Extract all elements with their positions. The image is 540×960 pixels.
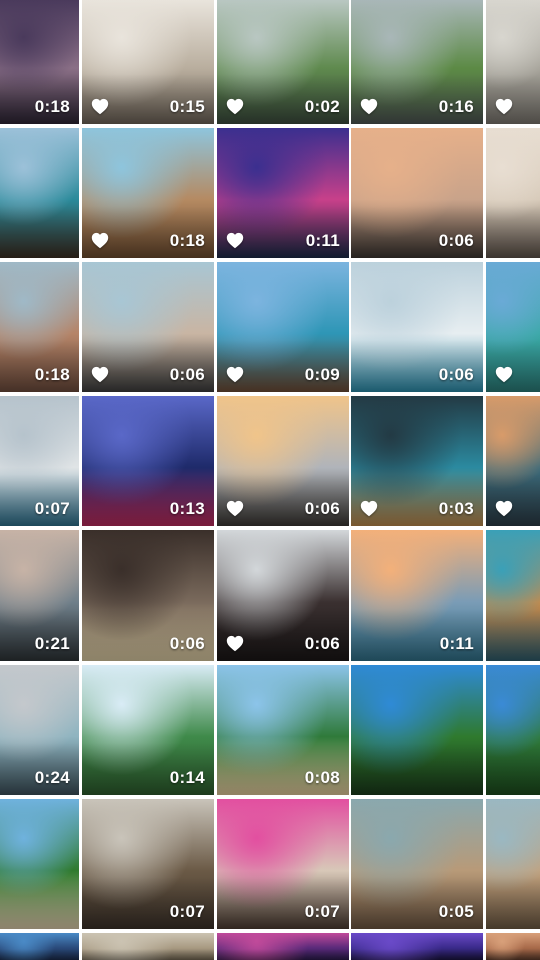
video-thumbnail[interactable]	[486, 665, 540, 795]
thumbnail-shade	[486, 206, 540, 258]
video-duration: 0:24	[34, 768, 70, 787]
video-duration: 0:06	[304, 634, 340, 653]
video-duration: 0:13	[169, 499, 205, 518]
thumbnail-shade	[0, 877, 79, 929]
video-thumbnail[interactable]	[351, 933, 483, 960]
video-thumbnail[interactable]: 0:21	[0, 530, 79, 661]
heart-icon	[226, 366, 244, 383]
video-thumbnail[interactable]: 0:15	[82, 0, 214, 124]
video-duration: 0:06	[169, 365, 205, 384]
thumbnail-shade	[82, 949, 214, 960]
video-thumbnail[interactable]	[486, 0, 540, 124]
video-thumbnail[interactable]: 0:06	[217, 396, 349, 526]
thumbnail-shade	[486, 608, 540, 661]
video-duration: 0:08	[304, 768, 340, 787]
video-duration: 0:02	[304, 97, 340, 116]
video-thumbnail[interactable]	[486, 128, 540, 258]
video-thumbnail[interactable]: 0:18	[82, 128, 214, 258]
video-thumbnail[interactable]	[486, 933, 540, 960]
heart-icon	[226, 98, 244, 115]
thumbnail-shade	[486, 877, 540, 929]
video-thumbnail[interactable]	[0, 799, 79, 929]
video-duration: 0:15	[169, 97, 205, 116]
video-thumbnail[interactable]: 0:07	[82, 799, 214, 929]
video-duration: 0:06	[169, 634, 205, 653]
video-thumbnail[interactable]: 0:13	[82, 396, 214, 526]
video-thumbnail[interactable]: 0:07	[217, 799, 349, 929]
video-duration: 0:14	[169, 768, 205, 787]
video-thumbnail[interactable]: 0:06	[351, 128, 483, 258]
video-thumbnail[interactable]: 0:16	[351, 0, 483, 124]
heart-icon	[495, 366, 513, 383]
heart-icon	[360, 98, 378, 115]
heart-icon	[91, 98, 109, 115]
video-duration: 0:18	[34, 365, 70, 384]
thumbnail-shade	[351, 949, 483, 960]
video-thumbnail[interactable]	[486, 530, 540, 661]
video-duration: 0:18	[169, 231, 205, 250]
video-thumbnail[interactable]	[486, 396, 540, 526]
video-duration: 0:06	[304, 499, 340, 518]
thumbnail-shade	[351, 743, 483, 795]
video-duration: 0:16	[438, 97, 474, 116]
video-thumbnail[interactable]	[0, 933, 79, 960]
video-thumbnail[interactable]	[217, 933, 349, 960]
video-thumbnail[interactable]	[82, 933, 214, 960]
video-thumbnail[interactable]: 0:05	[351, 799, 483, 929]
video-duration: 0:06	[438, 365, 474, 384]
video-thumbnail[interactable]: 0:24	[0, 665, 79, 795]
video-duration: 0:11	[305, 231, 340, 250]
video-thumbnail[interactable]: 0:09	[217, 262, 349, 392]
video-duration: 0:07	[34, 499, 70, 518]
heart-icon	[91, 366, 109, 383]
video-thumbnail[interactable]	[0, 128, 79, 258]
heart-icon	[226, 500, 244, 517]
video-thumbnail[interactable]: 0:07	[0, 396, 79, 526]
video-duration: 0:06	[438, 231, 474, 250]
video-duration: 0:21	[34, 634, 70, 653]
heart-icon	[226, 635, 244, 652]
video-duration: 0:05	[438, 902, 474, 921]
video-thumbnail[interactable]: 0:06	[351, 262, 483, 392]
thumbnail-shade	[486, 743, 540, 795]
thumbnail-shade	[486, 949, 540, 960]
video-duration: 0:07	[304, 902, 340, 921]
video-thumbnail[interactable]	[486, 262, 540, 392]
video-thumbnail[interactable]: 0:11	[217, 128, 349, 258]
heart-icon	[91, 232, 109, 249]
video-duration: 0:11	[439, 634, 474, 653]
video-thumbnail[interactable]	[486, 799, 540, 929]
video-thumbnail[interactable]: 0:18	[0, 0, 79, 124]
video-thumbnail[interactable]: 0:06	[217, 530, 349, 661]
video-duration: 0:07	[169, 902, 205, 921]
heart-icon	[495, 98, 513, 115]
heart-icon	[360, 500, 378, 517]
video-thumbnail[interactable]: 0:08	[217, 665, 349, 795]
video-thumbnail[interactable]: 0:14	[82, 665, 214, 795]
video-thumbnail[interactable]: 0:11	[351, 530, 483, 661]
video-thumbnail[interactable]: 0:02	[217, 0, 349, 124]
video-thumbnail[interactable]	[351, 665, 483, 795]
heart-icon	[226, 232, 244, 249]
video-thumbnail[interactable]: 0:06	[82, 530, 214, 661]
video-thumbnail[interactable]: 0:03	[351, 396, 483, 526]
video-duration: 0:03	[438, 499, 474, 518]
video-thumbnail[interactable]: 0:06	[82, 262, 214, 392]
thumbnail-shade	[0, 206, 79, 258]
heart-icon	[495, 500, 513, 517]
video-duration: 0:18	[34, 97, 70, 116]
thumbnail-shade	[217, 949, 349, 960]
video-thumbnail[interactable]: 0:18	[0, 262, 79, 392]
video-duration: 0:09	[304, 365, 340, 384]
video-grid: 0:18 0:15 0:02 0:16 0:18 0:11 0:06 0:18 0:06 0:09…	[0, 0, 540, 960]
thumbnail-shade	[0, 949, 79, 960]
